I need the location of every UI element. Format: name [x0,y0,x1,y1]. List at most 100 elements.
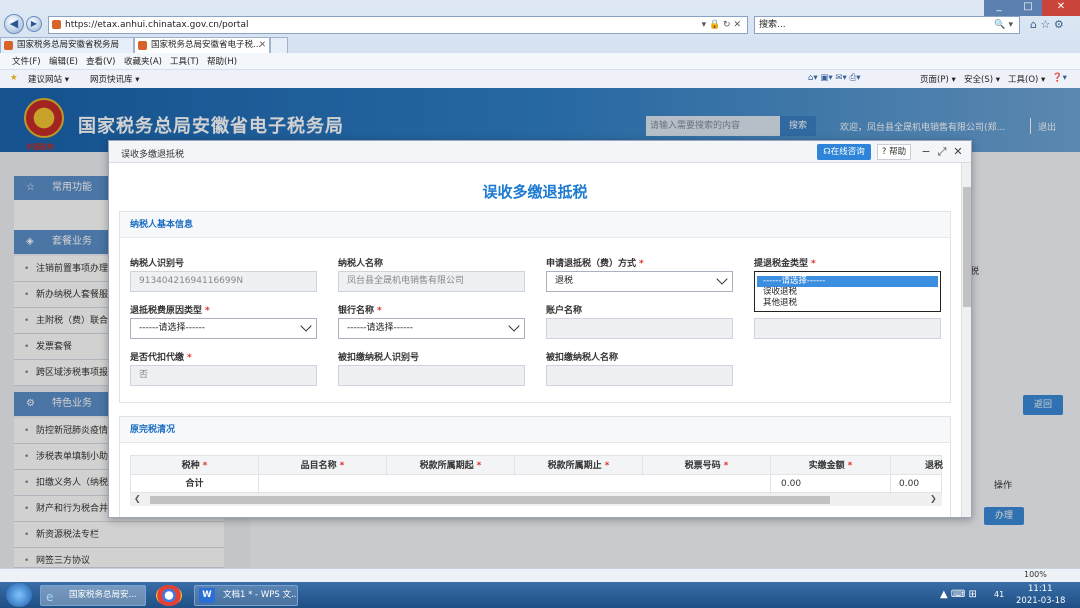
favorites-star-icon[interactable]: ★ [10,73,18,83]
question-icon: ? [881,147,887,157]
refresh-lock-icons[interactable]: ▾ 🔒 ↻ ✕ [702,17,741,33]
scrollbar-thumb[interactable] [150,496,830,504]
section-title: 原完税清况 [120,417,950,443]
taxpayer-name-label: 纳税人名称 [338,259,384,269]
clock-date: 2021-03-18 [1016,596,1066,606]
new-tab-button[interactable] [270,37,288,53]
col-header: 税款所属期起 * [387,456,515,476]
toolbar-home-rss-mail-print-icons[interactable]: ⌂▾ ▣▾ ✉▾ ⎙▾ [808,73,861,83]
required-mark: * [639,259,644,269]
taxpayer-info-card: 纳税人基本信息 纳税人识别号 91340421694116699N 纳税人名称 … [119,211,951,403]
bank-label: 银行名称 * [338,303,382,316]
scroll-left-icon[interactable]: ❮ [134,494,141,503]
refund-type-option[interactable]: 其他退税 [757,298,938,309]
browser-search-input[interactable]: 搜索... 🔍 ▾ [754,16,1020,34]
menu-favorites[interactable]: 收藏夹(A) [124,55,162,67]
help-icon[interactable]: ❓▾ [1052,73,1067,83]
taskbar-task-wps[interactable]: W 文档1 * - WPS 文... [194,585,298,606]
minimize-window-button[interactable]: _ [984,0,1014,16]
reason-label: 退抵税费原因类型 * [130,303,210,316]
required-mark: * [604,461,610,471]
tax-payment-card: 原完税清况 税种 * 品目名称 * 税款所属期起 * 税款所属期止 * 税票号码 * 实缴… [119,416,951,517]
menu-view[interactable]: 查看(V) [86,55,115,67]
close-icon[interactable]: ✕ [951,145,965,159]
reason-value: ------请选择------ [139,323,205,333]
account-label: 账户名称 [546,306,583,316]
fav-web-slices[interactable]: 网页快讯库 ▾ [90,73,139,85]
zoom-level[interactable]: 100% [1024,570,1047,579]
tab-1[interactable]: 国家税务总局安徽省税务局 [0,37,134,53]
browser-status-bar: 100% [0,568,1080,582]
help-label: 帮助 [889,147,907,157]
wps-icon: W [199,588,215,603]
reason-select[interactable]: ------请选择------ [130,318,317,339]
bank-label-text: 银行名称 [338,306,375,316]
scrollbar-thumb[interactable] [963,187,971,307]
total-amount-cell: 0.00 [771,475,891,493]
withhold-label-text: 是否代扣代缴 [130,353,185,363]
col-header: 税种 * [131,456,259,476]
taskbar-task-ie[interactable]: e 国家税务总局安... [40,585,146,606]
chrome-icon[interactable] [156,585,182,606]
refund-type-label: 提退税金类型 * [754,256,816,269]
clock-time: 11:11 [1028,584,1053,594]
col-header: 实缴金额 * [771,456,891,476]
menu-file[interactable]: 文件(F) [12,55,41,67]
toolbar-page-menu[interactable]: 页面(P) ▾ [920,73,956,85]
close-window-button[interactable]: ✕ [1042,0,1080,16]
taxpayer-name-field: 凤台县全晟机电销售有限公司 [338,271,525,292]
maximize-icon[interactable]: ⤢ [935,145,949,159]
online-consult-button[interactable]: ☊在线咨询 [817,144,871,160]
refund-modal: 误收多缴退抵税 ☊在线咨询 ? 帮助 − ⤢ ✕ 误收多缴退抵税 纳税人基本信息… [108,140,972,518]
refund-type-option[interactable]: 误收退税 [757,287,938,298]
reason-label-text: 退抵税费原因类型 [130,306,203,316]
start-button[interactable] [6,583,32,607]
tab-favicon-icon [4,41,13,50]
toolbar-safety-menu[interactable]: 安全(S) ▾ [964,73,1000,85]
menu-tools[interactable]: 工具(T) [170,55,199,67]
minimize-icon[interactable]: − [919,145,933,159]
site-favicon-icon [52,20,61,29]
headset-icon: ☊ [823,147,831,157]
refund-type-listbox[interactable]: ------请选择------ 误收退税 其他退税 [754,271,941,312]
taxpayer-id-label: 纳税人识别号 [130,259,185,269]
tray-icons[interactable]: ▲ ⌨ ⊞ [940,589,977,600]
refund-type-option[interactable]: ------请选择------ [757,276,938,287]
col-header: 税款所属期止 * [515,456,643,476]
total-amount-cell: 0.00 [899,479,920,489]
online-consult-label: 在线咨询 [830,147,865,157]
bank-select[interactable]: ------请选择------ [338,318,525,339]
back-icon[interactable]: ◀ [4,14,24,34]
required-mark: * [811,259,816,269]
required-mark: * [205,306,210,316]
scroll-right-icon[interactable]: ❯ [930,494,937,503]
required-mark: * [476,461,482,471]
toolbar-tools-menu[interactable]: 工具(O) ▾ [1008,73,1045,85]
refund-method-select[interactable]: 退税 [546,271,733,292]
menu-edit[interactable]: 编辑(E) [49,55,78,67]
required-mark: * [723,461,729,471]
address-url: https://etax.anhui.chinatax.gov.cn/porta… [65,20,249,30]
required-mark: * [339,461,345,471]
withheld-name-label: 被扣缴纳税人名称 [546,353,619,363]
section-title: 纳税人基本信息 [120,212,950,238]
col-header-text: 税款所属期止 [547,461,602,471]
search-icon[interactable]: 🔍 ▾ [994,17,1013,33]
forward-icon[interactable]: ▶ [26,16,42,32]
bank-value: ------请选择------ [347,323,413,333]
tab-2[interactable]: 国家税务总局安徽省电子税... ✕ [134,37,270,53]
address-bar[interactable]: https://etax.anhui.chinatax.gov.cn/porta… [48,16,748,34]
chevron-down-icon [716,273,728,285]
home-star-gear-icons[interactable]: ⌂ ☆ ⚙ [1030,18,1064,31]
required-mark: * [377,306,382,316]
fav-suggested-sites[interactable]: 建议网站 ▾ [28,73,69,85]
fav-suggested-label: 建议网站 ▾ [28,75,69,85]
col-header-text: 税种 [181,461,200,471]
fav-slices-label: 网页快讯库 ▾ [90,75,140,85]
refund-type-label-text: 提退税金类型 [754,259,809,269]
modal-help-button[interactable]: ? 帮助 [877,144,911,160]
close-tab-icon[interactable]: ✕ [259,38,266,53]
maximize-window-button[interactable]: □ [1014,0,1042,16]
menu-help[interactable]: 帮助(H) [207,55,237,67]
ie-icon: e [46,590,54,604]
